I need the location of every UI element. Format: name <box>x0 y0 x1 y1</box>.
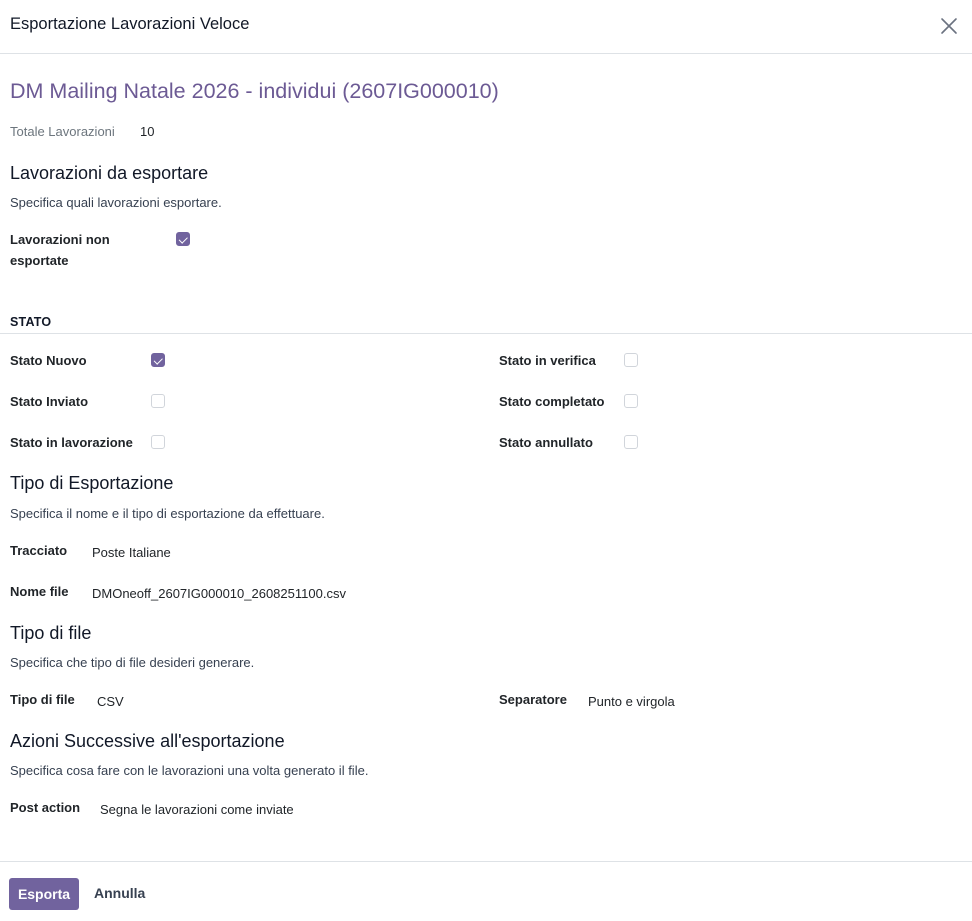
section-title-azioni: Azioni Successive all'esportazione <box>10 731 285 751</box>
totale-label: Totale Lavorazioni <box>10 124 115 139</box>
annulla-button[interactable]: Annulla <box>94 885 145 901</box>
section-desc-azioni: Specifica cosa fare con le lavorazioni u… <box>10 763 369 778</box>
post-action-value[interactable]: Segna le lavorazioni come inviate <box>100 802 294 817</box>
stato-in-lavorazione-label: Stato in lavorazione <box>10 435 133 450</box>
modal-title: Esportazione Lavorazioni Veloce <box>10 15 250 33</box>
stato-completato-checkbox[interactable] <box>624 394 638 408</box>
stato-group-title: STATO <box>10 315 52 329</box>
section-desc-tipo-file: Specifica che tipo di file desideri gene… <box>10 655 255 670</box>
post-action-label: Post action <box>10 800 81 815</box>
tracciato-value[interactable]: Poste Italiane <box>92 545 171 560</box>
tipo-file-label: Tipo di file <box>10 692 75 707</box>
section-desc-tipo-esportazione: Specifica il nome e il tipo di esportazi… <box>10 506 325 521</box>
stato-inviato-label: Stato Inviato <box>10 394 89 409</box>
stato-in-lavorazione-checkbox[interactable] <box>151 435 165 449</box>
stato-nuovo-checkbox[interactable] <box>151 353 165 367</box>
separatore-label: Separatore <box>499 692 567 707</box>
nome-file-label: Nome file <box>10 584 69 599</box>
close-icon <box>941 18 957 34</box>
stato-in-verifica-label: Stato in verifica <box>499 353 596 368</box>
section-title-lavorazioni: Lavorazioni da esportare <box>10 163 209 183</box>
stato-inviato-checkbox[interactable] <box>151 394 165 408</box>
non-esportate-label-line1: Lavorazioni non <box>10 232 110 247</box>
nome-file-value[interactable]: DMOneoff_2607IG000010_2608251100.csv <box>92 586 346 601</box>
section-title-tipo-file: Tipo di file <box>10 623 92 643</box>
separatore-value[interactable]: Punto e virgola <box>588 694 675 709</box>
stato-divider <box>0 333 972 334</box>
record-title: DM Mailing Natale 2026 - individui (2607… <box>10 79 499 103</box>
stato-completato-label: Stato completato <box>499 394 605 409</box>
non-esportate-checkbox[interactable] <box>176 232 190 246</box>
stato-in-verifica-checkbox[interactable] <box>624 353 638 367</box>
modal-header: Esportazione Lavorazioni Veloce <box>0 0 972 54</box>
tracciato-label: Tracciato <box>10 543 68 558</box>
stato-annullato-label: Stato annullato <box>499 435 593 450</box>
stato-annullato-checkbox[interactable] <box>624 435 638 449</box>
esporta-button[interactable]: Esporta <box>9 878 79 910</box>
stato-nuovo-label: Stato Nuovo <box>10 353 87 368</box>
footer-divider <box>0 861 972 862</box>
tipo-file-value[interactable]: CSV <box>97 694 124 709</box>
section-title-tipo-esportazione: Tipo di Esportazione <box>10 473 174 493</box>
totale-value: 10 <box>140 124 155 139</box>
non-esportate-label-line2: esportate <box>10 253 69 268</box>
section-desc-lavorazioni: Specifica quali lavorazioni esportare. <box>10 195 222 210</box>
close-button[interactable] <box>937 14 961 38</box>
